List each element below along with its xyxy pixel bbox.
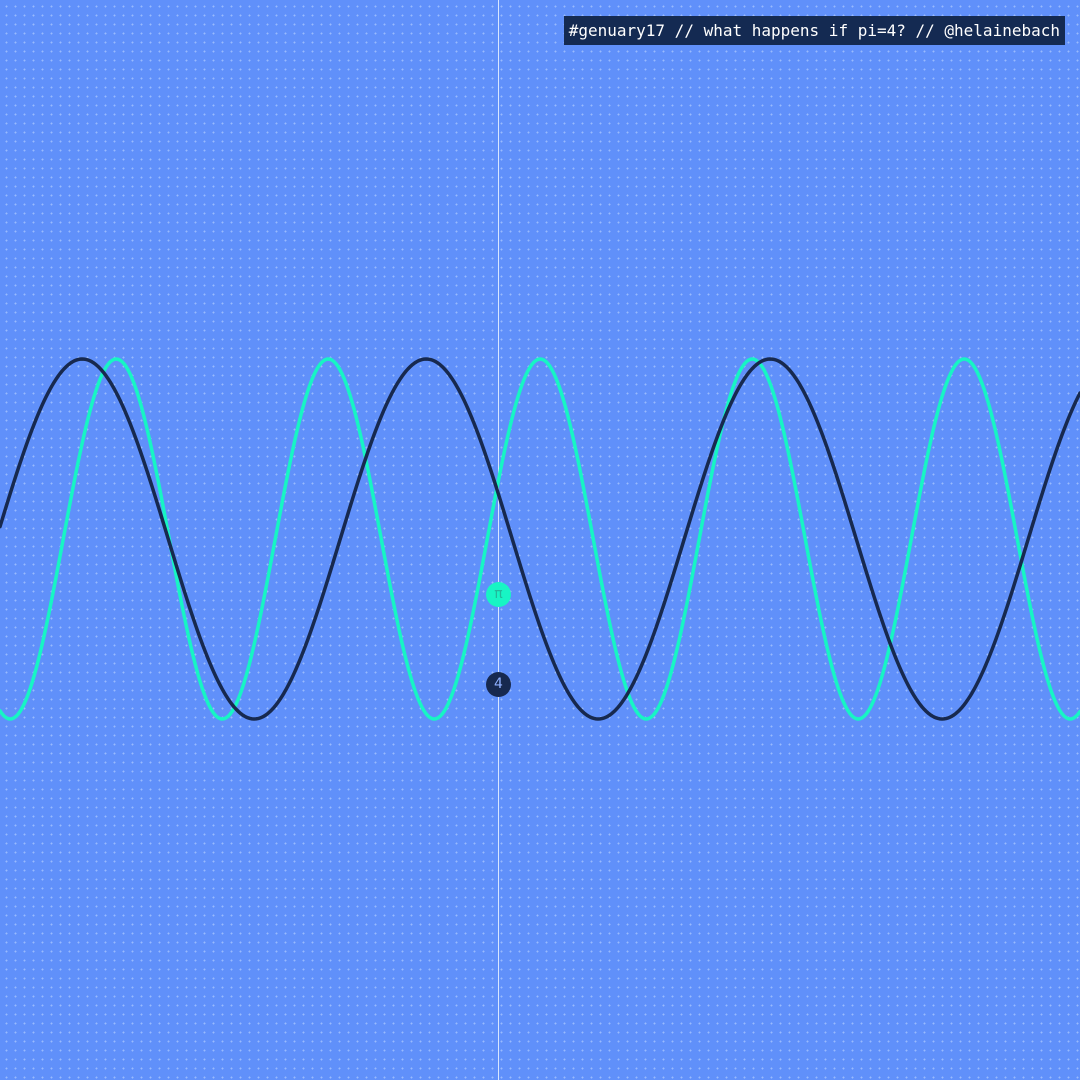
pi-wave <box>0 357 1080 721</box>
wave-plot <box>0 0 1080 1080</box>
canvas: #genuary17 // what happens if pi=4? // @… <box>0 0 1080 1080</box>
caption-label: #genuary17 // what happens if pi=4? // @… <box>563 16 1065 45</box>
four-wave <box>0 357 1080 721</box>
pi-marker: π <box>486 582 511 607</box>
four-marker: 4 <box>486 672 511 697</box>
